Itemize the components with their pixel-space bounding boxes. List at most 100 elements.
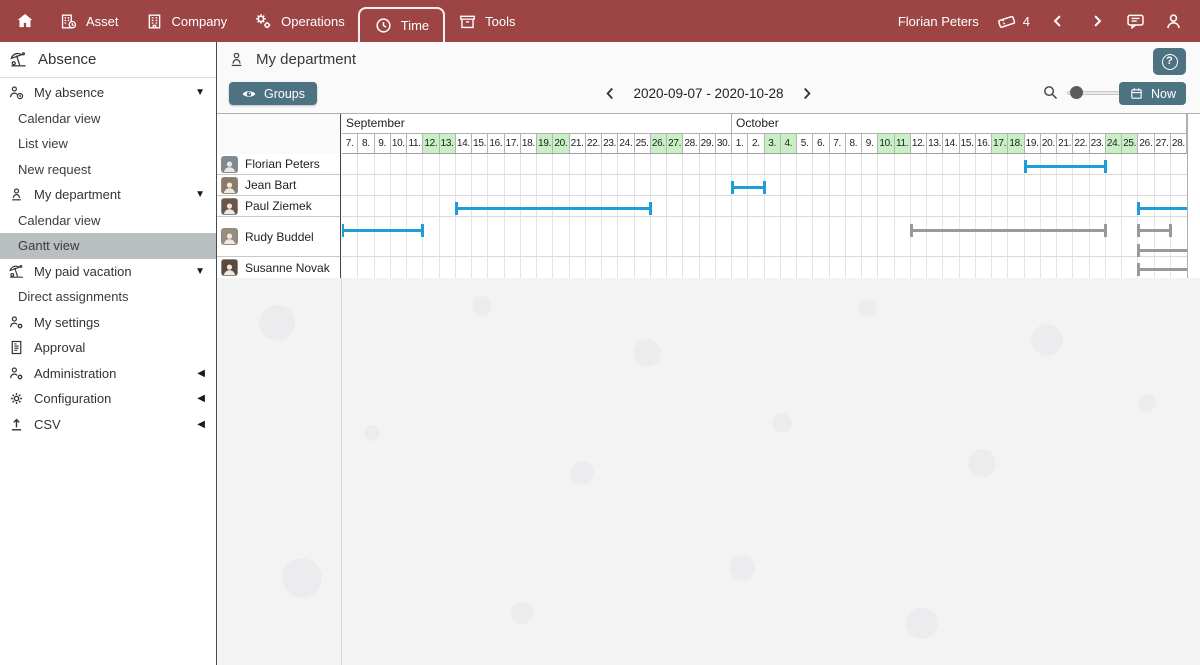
day-header-cell: 7. [830, 134, 846, 153]
sidebar-item-csv[interactable]: CSV ◀ [0, 412, 216, 438]
sidebar-item-administration[interactable]: Administration ◀ [0, 361, 216, 387]
gantt-grid: September October 7. 8. 9. 10. 11. 12. 13. 14. 15… [342, 114, 1187, 279]
main-panel: My department ? Groups 2020-09-07 - 2020… [217, 42, 1200, 665]
absence-bar-2020-10-26--2020-10-28[interactable] [1137, 243, 1187, 257]
gantt-scroll-gutter[interactable] [1187, 114, 1200, 279]
topbar-tab-asset[interactable]: Asset [46, 0, 132, 42]
groups-button[interactable]: Groups [229, 82, 317, 105]
topbar-tab-tools[interactable]: Tools [445, 0, 528, 42]
bar-end-cap [421, 223, 425, 237]
day-header-cell: 25. [635, 134, 651, 153]
absence-bar-2020-10-26--2020-10-28[interactable] [1137, 262, 1187, 276]
bar-end-cap [648, 201, 652, 215]
month-header-september: September [342, 114, 732, 133]
calendar-icon [1129, 86, 1144, 101]
sidebar-item-new-request[interactable]: New request [0, 157, 216, 183]
day-header-cell: 7. [342, 134, 359, 153]
grid-hline [342, 195, 1187, 196]
chevron-down-icon: ▼ [195, 265, 205, 277]
grid-hline [342, 256, 1187, 257]
archive-box-icon [458, 12, 477, 31]
prev-period-button[interactable] [600, 83, 621, 104]
day-header-cell: 15. [960, 134, 976, 153]
topbar-next-button[interactable] [1086, 10, 1108, 32]
topbar-tab-company[interactable]: Company [132, 0, 241, 42]
sidebar-item-my-department[interactable]: My department ▼ [0, 182, 216, 208]
help-button[interactable]: ? [1153, 48, 1186, 75]
beach-icon [8, 263, 25, 280]
sidebar-item-my-paid-vacation[interactable]: My paid vacation ▼ [0, 259, 216, 285]
sidebar-item-calendar-view[interactable]: Calendar view [0, 106, 216, 132]
grid-hline [342, 174, 1187, 175]
profile-icon[interactable] [1163, 11, 1184, 32]
person-name: Florian Peters [245, 157, 320, 171]
now-button[interactable]: Now [1118, 82, 1186, 105]
absence-bar-2020-10-12--2020-10-23[interactable] [909, 223, 1107, 237]
home-button[interactable] [4, 0, 46, 42]
avatar [221, 155, 238, 173]
gantt-row-susanne-novak: Susanne Novak [217, 257, 340, 279]
sidebar-item-direct-assignments[interactable]: Direct assignments [0, 284, 216, 310]
grid-hline [342, 216, 1187, 217]
sidebar-item-my-settings[interactable]: My settings [0, 310, 216, 336]
absence-bar-2020-10-26--2020-10-28[interactable] [1137, 201, 1187, 215]
chevron-down-icon: ▼ [195, 87, 205, 99]
day-header-cell: 16. [488, 134, 505, 153]
day-header-cell: 14. [943, 134, 960, 153]
bar-start-cap [1137, 262, 1141, 276]
sidebar-item-gantt-view[interactable]: Gantt view [0, 233, 216, 259]
sidebar-item-calendar-view[interactable]: Calendar view [0, 208, 216, 234]
ticket-counter[interactable]: 4 [996, 11, 1030, 32]
day-header-cell: 15. [472, 134, 489, 153]
chevron-left-icon: ◀ [197, 393, 205, 405]
day-header-cell: 22. [586, 134, 602, 153]
absence-bar-2020-09-07--2020-09-11[interactable] [342, 223, 425, 237]
zoom-control [1042, 84, 1127, 101]
day-header-cell: 19. [1025, 134, 1041, 153]
sidebar-item-my-absence[interactable]: My absence ▼ [0, 80, 216, 106]
bar-end-cap [1103, 223, 1107, 237]
chat-icon[interactable] [1125, 11, 1146, 32]
topbar-tab-label: Company [171, 13, 228, 29]
topbar-tab-time[interactable]: Time [357, 7, 446, 42]
sidebar-item-list-view[interactable]: List view [0, 131, 216, 157]
day-header-cell: 23. [1090, 134, 1106, 153]
day-header-cell: 9. [375, 134, 391, 153]
day-header-cell: 19. [537, 134, 554, 153]
day-header-cell: 26. [1138, 134, 1155, 153]
absence-bar-2020-10-19--2020-10-23[interactable] [1023, 159, 1107, 173]
chevron-left-icon: ◀ [197, 367, 205, 379]
day-header-cell: 8. [358, 134, 375, 153]
sidebar-item-label: New request [18, 161, 91, 177]
ticket-count: 4 [1022, 13, 1030, 29]
day-header-cell: 20. [553, 134, 570, 153]
day-header-cell: 21. [570, 134, 586, 153]
bar-start-cap [454, 201, 458, 215]
absence-bar-2020-10-01--2020-10-02[interactable] [731, 180, 766, 194]
sidebar-item-label: Direct assignments [18, 289, 129, 305]
day-header-cell: 8. [846, 134, 862, 153]
day-header-cell: 16. [976, 134, 992, 153]
bar-start-cap [731, 180, 734, 194]
bar-end-cap [1103, 159, 1107, 173]
eye-icon [241, 86, 257, 102]
chevron-down-icon: ▼ [195, 189, 205, 201]
topbar-tab-operations[interactable]: Operations [240, 0, 358, 42]
next-period-button[interactable] [796, 83, 817, 104]
absence-bar-2020-09-14--2020-09-25[interactable] [454, 201, 652, 215]
gantt-name-column: Florian Peters Jean Bart Paul Ziemek Rudy B… [217, 114, 341, 279]
zoom-slider-knob[interactable] [1070, 86, 1083, 99]
sidebar-item-configuration[interactable]: Configuration ◀ [0, 386, 216, 412]
sidebar-item-label: Configuration [34, 391, 112, 407]
day-header-cell: 5. [797, 134, 814, 153]
day-header-cell: 13. [439, 134, 456, 153]
topbar-prev-button[interactable] [1047, 10, 1069, 32]
sidebar-item-label: Administration [34, 365, 117, 381]
absence-bar-2020-10-26--2020-10-27[interactable] [1137, 223, 1172, 237]
top-navigation-bar: Asset Company Operations Time Tools Florian … [0, 0, 1200, 42]
bar-start-cap [342, 223, 344, 237]
day-header-cell: 12. [911, 134, 927, 153]
sidebar-item-approval[interactable]: Approval [0, 335, 216, 361]
day-header-cell: 10. [391, 134, 407, 153]
gantt-row-rudy-buddel: Rudy Buddel [217, 217, 340, 257]
